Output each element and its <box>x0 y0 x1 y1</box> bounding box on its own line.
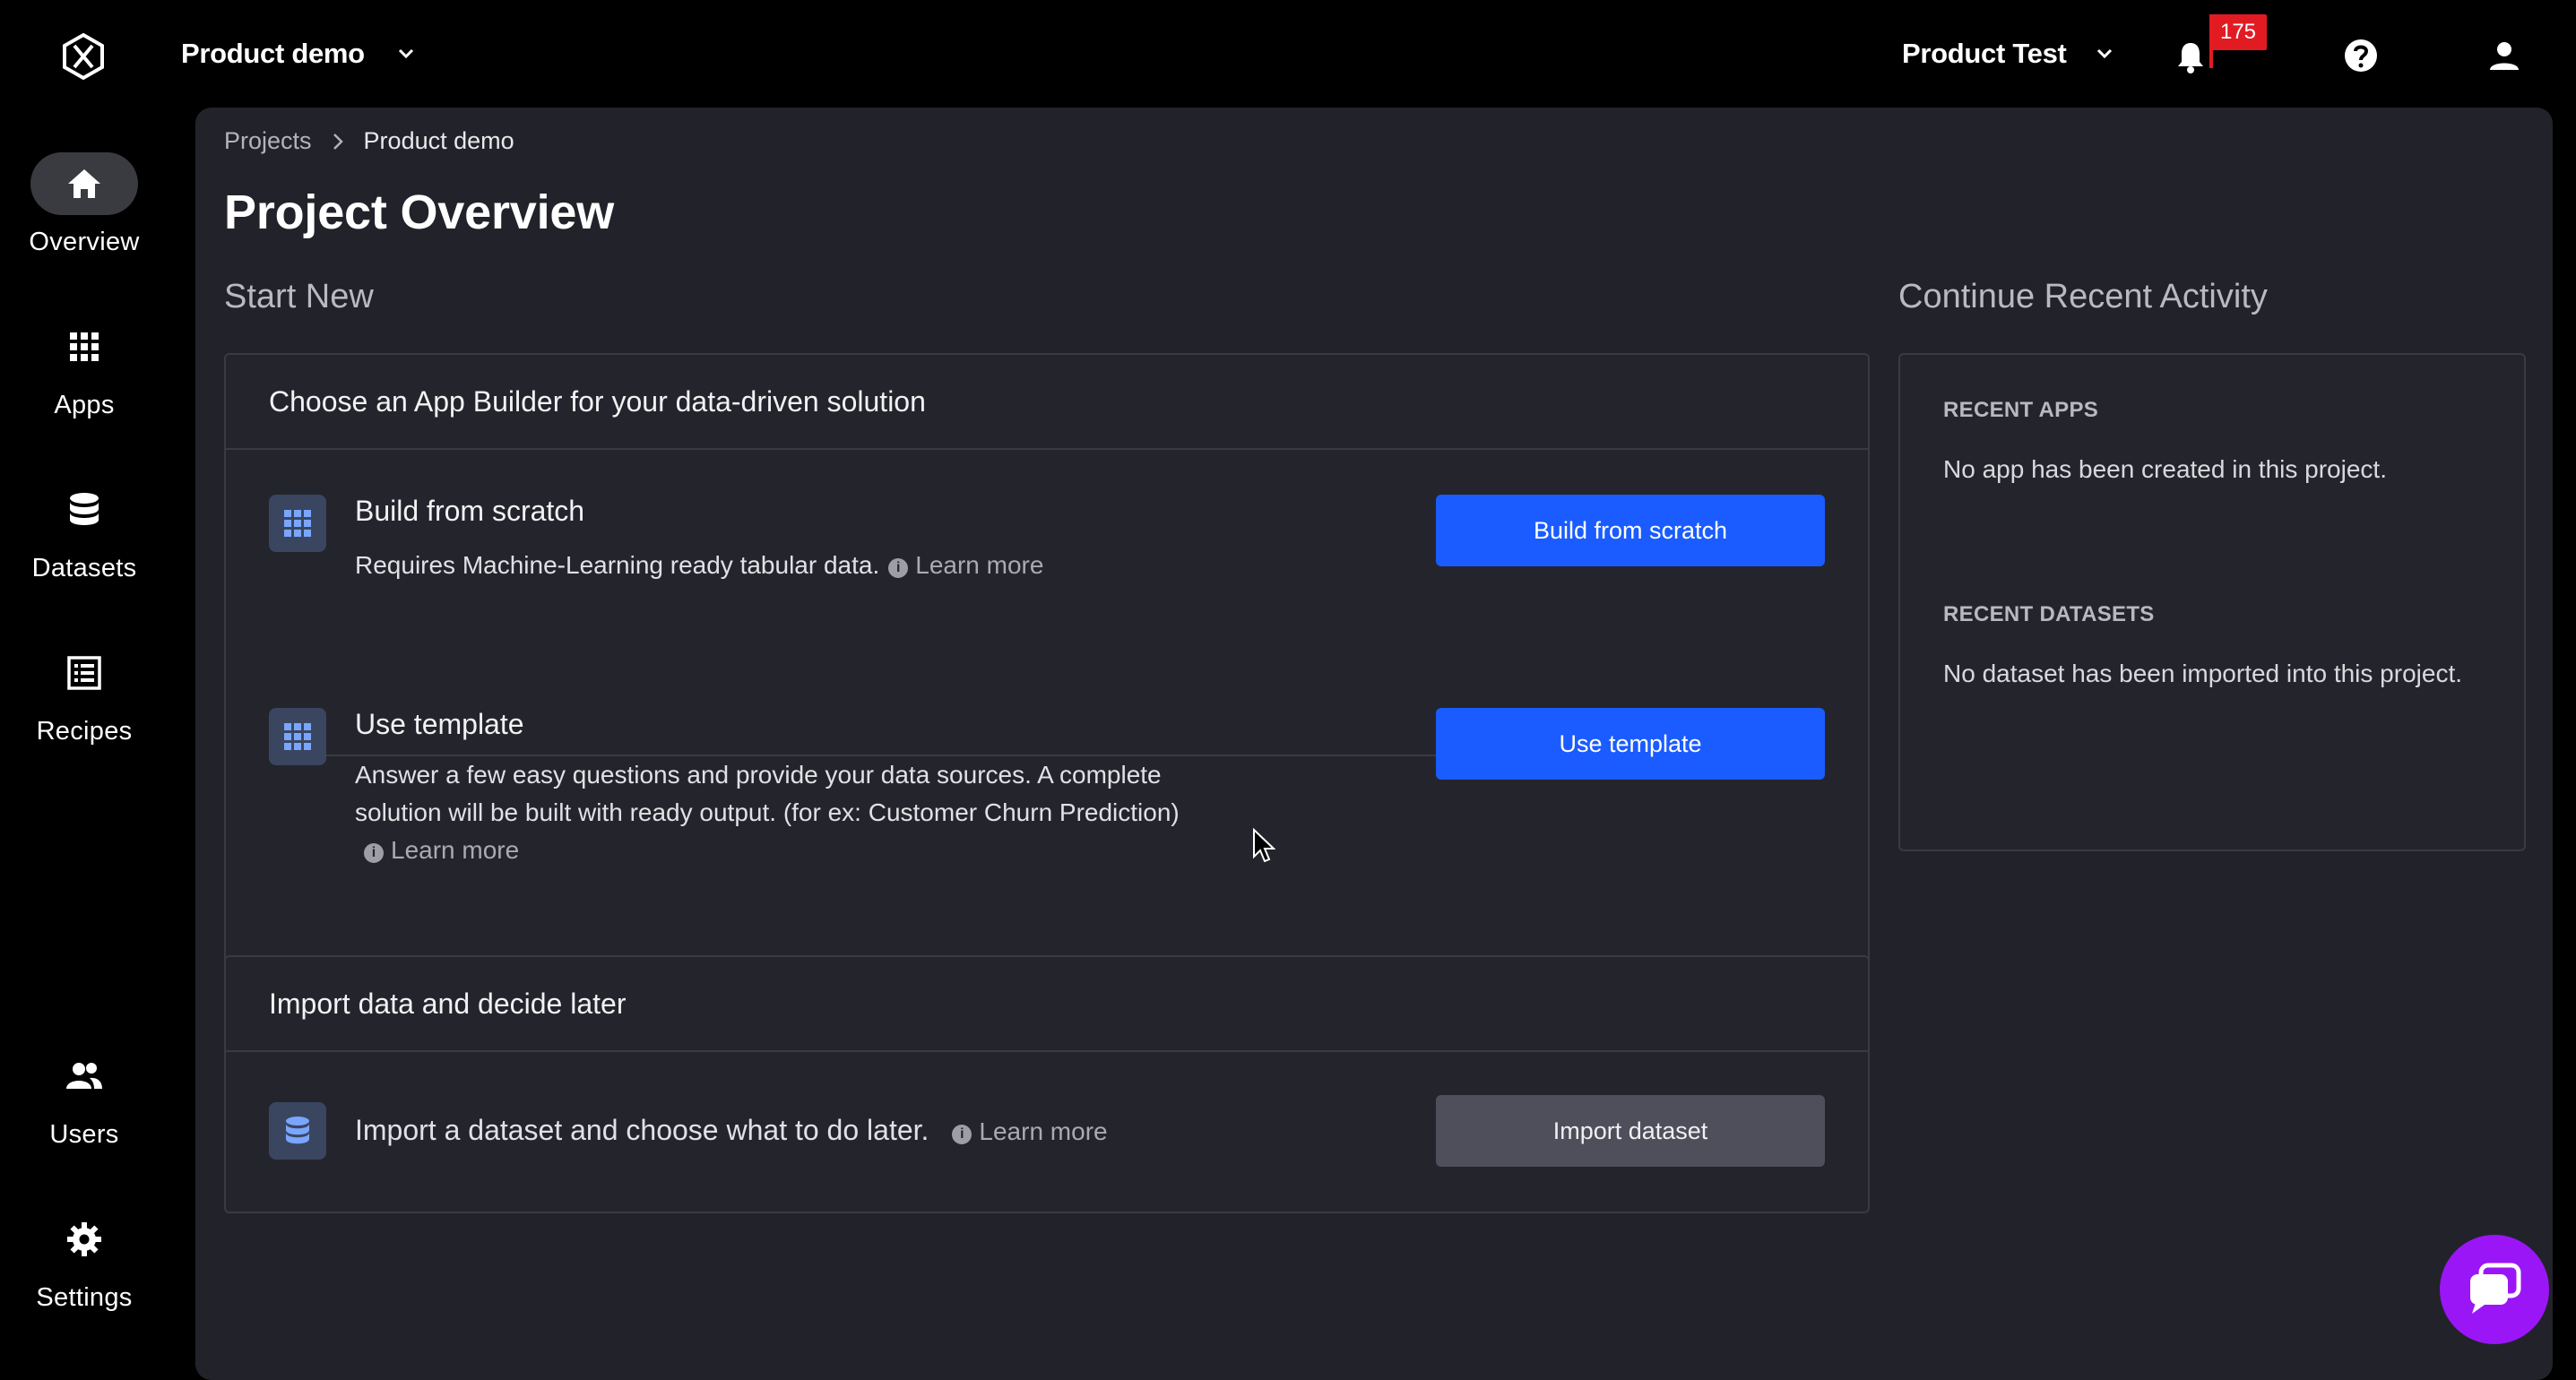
import-heading: Import data and decide later <box>226 957 1868 1052</box>
project-name: Product demo <box>181 38 365 69</box>
nav-label: Datasets <box>31 554 137 582</box>
notification-count: 175 <box>2209 14 2267 50</box>
top-bar: Product demo Product Test 175 <box>0 0 2576 108</box>
import-desc-text: Import a dataset and choose what to do l… <box>355 1114 929 1146</box>
info-icon: i <box>888 558 909 578</box>
info-icon: i <box>364 843 384 863</box>
breadcrumb: Projects Product demo <box>224 127 514 155</box>
chat-icon <box>2470 1263 2521 1314</box>
recent-apps-empty: No app has been created in this project. <box>1943 455 2387 483</box>
import-card: Import data and decide later Import a da… <box>224 955 1870 1213</box>
chat-launcher-button[interactable] <box>2440 1235 2549 1344</box>
user-icon[interactable] <box>2486 38 2522 73</box>
chevron-down-icon <box>2096 48 2112 59</box>
project-switcher[interactable]: Product demo <box>181 36 417 72</box>
mouse-cursor-icon <box>1253 828 1275 863</box>
nav-label: Overview <box>29 228 140 256</box>
nav-label: Users <box>49 1120 119 1149</box>
nav-item-settings[interactable]: Settings <box>0 1208 169 1313</box>
breadcrumb-projects[interactable]: Projects <box>224 127 312 155</box>
recent-apps-heading: RECENT APPS <box>1943 398 2099 422</box>
nav-label: Settings <box>36 1283 133 1312</box>
import-dataset-button[interactable]: Import dataset <box>1436 1095 1825 1167</box>
org-switcher[interactable]: Product Test <box>1902 36 2115 72</box>
continue-recent-heading: Continue Recent Activity <box>1898 278 2268 315</box>
build-from-scratch-desc-text: Requires Machine-Learning ready tabular … <box>355 551 880 579</box>
use-template-desc-text: Answer a few easy questions and provide … <box>355 761 1180 826</box>
build-from-scratch-desc: Requires Machine-Learning ready tabular … <box>355 547 1233 584</box>
nav-item-users[interactable]: Users <box>0 1045 169 1150</box>
nav-icon-wrap <box>30 1045 138 1108</box>
gear-icon <box>67 1222 101 1256</box>
nav-item-recipes[interactable]: Recipes <box>0 642 169 746</box>
nav-icon-wrap <box>30 642 138 704</box>
app-grid-icon <box>269 708 326 765</box>
nav-icon-wrap <box>30 1208 138 1271</box>
grid-icon <box>284 510 311 537</box>
logo-icon[interactable] <box>59 32 108 81</box>
learn-more-link[interactable]: Learn more <box>915 551 1043 579</box>
grid-icon <box>70 332 99 361</box>
app-builder-heading: Choose an App Builder for your data-driv… <box>226 355 1868 450</box>
start-new-heading: Start New <box>224 278 374 315</box>
recent-datasets-heading: RECENT DATASETS <box>1943 602 2155 626</box>
page-title: Project Overview <box>224 185 615 239</box>
learn-more-link[interactable]: Learn more <box>391 836 519 864</box>
recent-datasets-empty: No dataset has been imported into this p… <box>1943 660 2463 687</box>
use-template-row: Use template Answer a few easy questions… <box>269 708 1825 887</box>
org-name: Product Test <box>1902 38 2067 69</box>
database-icon <box>70 493 99 525</box>
chevron-right-icon <box>333 133 343 150</box>
recent-activity-card: RECENT APPS No app has been created in t… <box>1898 353 2526 851</box>
bell-icon[interactable] <box>2173 39 2209 75</box>
nav-icon-wrap <box>30 479 138 541</box>
nav-label: Recipes <box>36 717 133 746</box>
build-from-scratch-title: Build from scratch <box>355 495 585 527</box>
dataset-icon-wrap <box>269 1102 326 1160</box>
help-icon[interactable] <box>2343 38 2379 73</box>
import-row: Import a dataset and choose what to do l… <box>269 1095 1825 1167</box>
home-icon <box>68 169 100 198</box>
left-nav: Overview Apps Datasets Recipes Users Set… <box>0 108 195 1369</box>
app-grid-icon <box>269 495 326 552</box>
use-template-button[interactable]: Use template <box>1436 708 1825 780</box>
nav-item-apps[interactable]: Apps <box>0 315 169 420</box>
build-from-scratch-row: Build from scratch Requires Machine-Lear… <box>269 495 1825 620</box>
use-template-desc: Answer a few easy questions and provide … <box>355 756 1233 869</box>
learn-more-link[interactable]: Learn more <box>979 1117 1107 1145</box>
list-icon <box>67 656 101 690</box>
nav-icon-wrap <box>30 315 138 378</box>
nav-item-datasets[interactable]: Datasets <box>0 479 169 583</box>
users-icon <box>66 1063 102 1089</box>
nav-icon-wrap <box>30 152 138 215</box>
app-builder-card: Choose an App Builder for your data-driv… <box>224 353 1870 1034</box>
nav-label: Apps <box>54 391 115 419</box>
build-from-scratch-button[interactable]: Build from scratch <box>1436 495 1825 566</box>
main-content: Projects Product demo Project Overview S… <box>195 108 2553 1380</box>
use-template-title: Use template <box>355 708 524 740</box>
chevron-down-icon <box>398 48 413 59</box>
nav-item-overview[interactable]: Overview <box>0 152 169 257</box>
database-icon <box>286 1117 309 1144</box>
info-icon: i <box>952 1125 972 1144</box>
breadcrumb-current: Product demo <box>363 127 514 154</box>
import-desc: Import a dataset and choose what to do l… <box>355 1111 1341 1151</box>
grid-icon <box>284 723 311 750</box>
